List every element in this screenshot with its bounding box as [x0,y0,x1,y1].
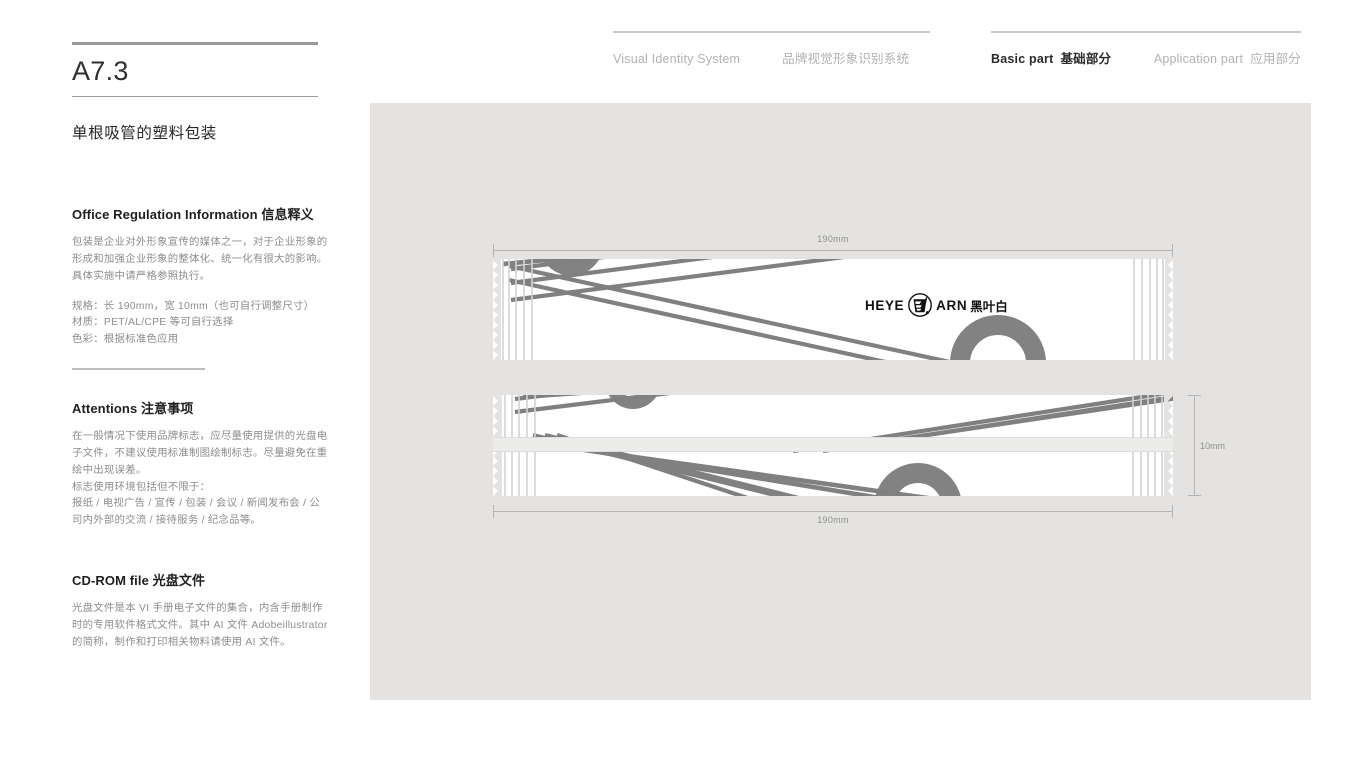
dimension-cap-right [1172,244,1173,257]
nav-row-right: Basic part 基础部分 Application part 应用部分 [991,48,1301,67]
artboard-canvas: 190mm HEYE ARN 黑叶白 10mm 190mm [370,103,1311,700]
section-cdrom-heading-cn: 光盘文件 [152,573,206,588]
dimension-cap-left [493,244,494,257]
section-cdrom-file: CD-ROM file 光盘文件 光盘文件是本 VI 手册电子文件的集合，内含手… [72,570,330,652]
brand-logo-lockup: HEYE ARN 黑叶白 [865,292,1008,318]
cdrom-paragraph: 光盘文件是本 VI 手册电子文件的集合，内含手册制作时的专用软件格式文件。其中 … [72,603,328,648]
nav-group-system: Visual Identity System 品牌视觉形象识别系统 [613,31,930,67]
section-attentions: Attentions 注意事项 在一般情况下使用品牌标志，应尽量使用提供的光盘电… [72,398,330,530]
section-info-heading-en: Office Regulation Information [72,207,258,222]
nav-row-left: Visual Identity System 品牌视觉形象识别系统 [613,48,930,67]
dimension-height-label: 10mm [1200,440,1226,451]
nav-rule-left [613,31,930,33]
section-cdrom-heading: CD-ROM file 光盘文件 [72,570,330,589]
straw-wrapper-back [493,395,1173,496]
attentions-paragraph-1: 在一般情况下使用品牌标志，应尽量使用提供的光盘电子文件，不建议使用标准制图绘制标… [72,431,328,476]
dimension-bottom-width-label: 190mm [817,515,849,525]
spec-color: 色彩：根据标准色应用 [72,334,179,346]
spec-material: 材质：PET/AL/CPE 等可自行选择 [72,317,234,329]
dimension-line [493,250,1173,251]
attentions-paragraph-3: 报纸 / 电视广告 / 宣传 / 包装 / 会议 / 新闻发布会 / 公司内外部… [72,498,320,527]
section-cdrom-body: 光盘文件是本 VI 手册电子文件的集合，内含手册制作时的专用软件格式文件。其中 … [72,601,330,652]
nav-label-vis-en: Visual Identity System [613,52,741,66]
section-info-paragraph: 包装是企业对外形象宣传的媒体之一，对于企业形象的形成和加强企业形象的整体化、统一… [72,237,328,282]
wrapper-seal-band [493,437,1173,452]
dimension-cap-bottom [1188,495,1201,496]
nav-tab-basic-part[interactable]: Basic part 基础部分 [991,48,1111,67]
section-attentions-body: 在一般情况下使用品牌标志，应尽量使用提供的光盘电子文件，不建议使用标准制图绘制标… [72,429,330,530]
page-code: A7.3 [72,55,129,86]
vi-manual-page: Visual Identity System 品牌视觉形象识别系统 Basic … [0,0,1366,768]
section-attentions-heading-en: Attentions [72,401,138,416]
dimension-height: 10mm [1188,395,1225,496]
nav-label-vis-cn: 品牌视觉形象识别系统 [782,52,910,66]
dimension-bottom-width: 190mm [493,497,1173,525]
page-header-block: A7.3 单根吸管的塑料包装 [72,42,318,143]
section-attentions-heading: Attentions 注意事项 [72,398,330,417]
nav-group-parts: Basic part 基础部分 Application part 应用部分 [991,31,1301,67]
logo-wordmark-left: HEYE [865,297,905,313]
header-rule-bottom [72,95,318,97]
section-divider [72,368,205,370]
nav-tab-application-part-en: Application part [1153,52,1244,66]
straw-wrapper-front-artwork [493,259,1173,360]
dimension-top-width: 190mm [493,234,1173,257]
straw-wrapper-front: HEYE ARN 黑叶白 [493,259,1173,360]
nav-tab-basic-part-cn: 基础部分 [1060,52,1112,66]
section-info-heading-cn: 信息释义 [261,207,314,222]
section-info-heading: Office Regulation Information 信息释义 [72,204,330,223]
dimension-top-width-label: 190mm [817,234,849,244]
nav-tab-application-part[interactable]: Application part 应用部分 [1154,48,1301,67]
nav-tab-application-part-cn: 应用部分 [1250,52,1301,66]
nav-rule-right [991,31,1301,33]
section-info-body: 包装是企业对外形象宣传的媒体之一，对于企业形象的形成和加强企业形象的整体化、统一… [72,235,330,349]
section-cdrom-heading-en: CD-ROM file [72,573,149,588]
cup-leaf-emblem-icon [907,292,933,318]
spec-size: 规格：长 190mm，宽 10mm（也可自行调整尺寸） [72,300,315,312]
logo-chinese-name: 黑叶白 [970,299,1008,314]
section-office-regulation-information: Office Regulation Information 信息释义 包装是企业… [72,204,330,349]
nav-tab-basic-part-en: Basic part [991,52,1054,66]
dimension-line [493,511,1173,512]
logo-wordmark-right: ARN [936,297,968,313]
page-title: 单根吸管的塑料包装 [72,125,217,142]
header-rule-top [72,42,318,45]
section-attentions-heading-cn: 注意事项 [141,401,194,416]
wrapper-front-graphics [493,259,1173,360]
dimension-line [1194,395,1195,496]
attentions-paragraph-2: 标志使用环境包括但不限于： [72,481,211,493]
